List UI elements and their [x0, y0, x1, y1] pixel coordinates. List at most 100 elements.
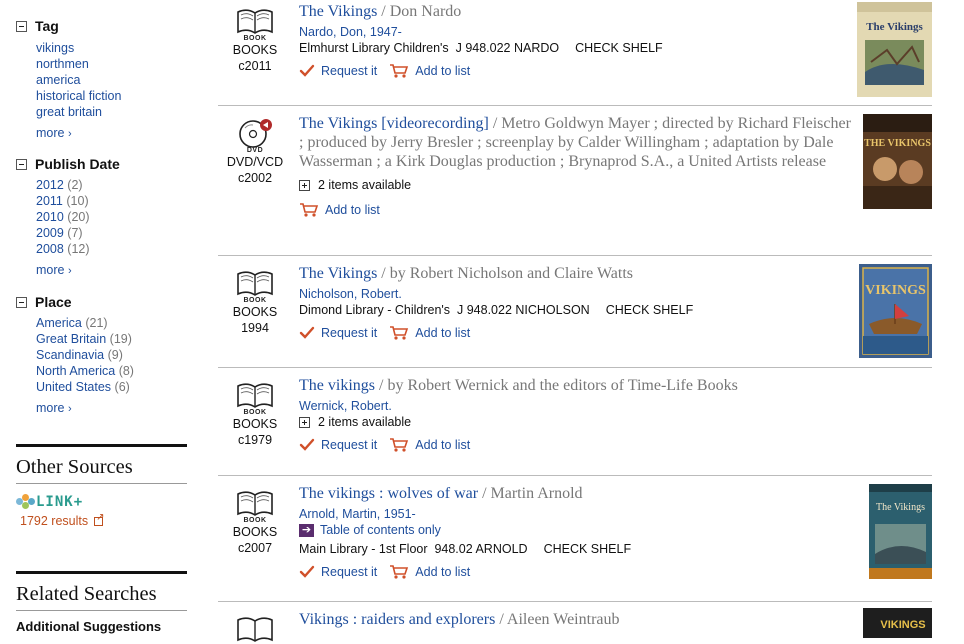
result-body: The vikings : wolves of war / Martin Arn…	[299, 484, 839, 581]
request-label: Request it	[321, 565, 378, 579]
result-item: BOOK BOOKS c2011 The Vikings / Don Nardo…	[218, 0, 932, 106]
request-it-button[interactable]: Request it	[299, 64, 377, 78]
facet-item-scandinavia[interactable]: Scandinavia (9)	[36, 347, 191, 363]
pub-year: c2007	[237, 541, 273, 555]
facet-item-northmen[interactable]: northmen	[36, 56, 191, 72]
result-actions: Add to list	[299, 201, 859, 219]
add-label: Add to list	[415, 565, 471, 579]
result-title-line: The Vikings / Don Nardo	[299, 2, 839, 21]
add-to-list-button[interactable]: Add to list	[389, 564, 470, 580]
facet-item-2012[interactable]: 2012 (2)	[36, 177, 191, 193]
facet-item-great-britain[interactable]: Great Britain (19)	[36, 331, 191, 347]
add-to-list-button[interactable]: Add to list	[389, 325, 470, 341]
more-label: more	[36, 126, 65, 140]
cart-icon	[390, 326, 409, 340]
result-title-line: The vikings : wolves of war / Martin Arn…	[299, 484, 839, 503]
facet-item-north-america[interactable]: North America (8)	[36, 363, 191, 379]
result-item: BOOK BOOKS 1994 The Vikings / by Robert …	[218, 256, 932, 368]
result-title-line: Vikings : raiders and explorers / Aileen…	[299, 610, 839, 629]
result-title-link[interactable]: Vikings : raiders and explorers	[299, 611, 495, 628]
result-item: BOOK BOOKS c2007 The vikings : wolves of…	[218, 476, 932, 602]
holding-location: Dimond Library - Children's J 948.022 NI…	[299, 303, 590, 317]
availability-text: 2 items available	[318, 415, 412, 429]
cover-image[interactable]: THE VIKINGS	[863, 114, 932, 209]
add-to-list-button[interactable]: Add to list	[389, 63, 470, 79]
facet-item-historical-fiction[interactable]: historical fiction	[36, 88, 191, 104]
result-title-line: The Vikings / by Robert Nicholson and Cl…	[299, 264, 839, 283]
holding-line: Main Library - 1st Floor 948.02 ARNOLD CH…	[299, 541, 839, 557]
facet-item-america[interactable]: America (21)	[36, 315, 191, 331]
author-link[interactable]: Wernick, Robert.	[299, 398, 899, 414]
cover-image[interactable]: VIKINGS	[859, 264, 932, 358]
result-title-link[interactable]: The vikings : wolves of war	[299, 485, 478, 502]
add-to-list-button[interactable]: Add to list	[389, 437, 470, 453]
availability-toggle[interactable]: 2 items available	[299, 177, 859, 193]
format-small-label: BOOK	[243, 517, 267, 524]
cover-title-text: VIKINGS	[880, 619, 925, 631]
result-responsibility: / Martin Arnold	[478, 485, 583, 502]
book-cover-image: The Vikings	[857, 2, 932, 97]
cover-title-text: The Vikings	[876, 502, 925, 513]
format-small-label: DVD	[246, 147, 264, 154]
author-link[interactable]: Nicholson, Robert.	[299, 286, 839, 302]
cover-image[interactable]: VIKINGS	[863, 608, 932, 638]
cover-image[interactable]: The Vikings	[869, 484, 932, 579]
holding-status: CHECK SHELF	[575, 41, 663, 55]
book-icon	[237, 617, 273, 642]
cart-icon	[390, 64, 409, 78]
result-responsibility: / Don Nardo	[377, 3, 462, 20]
result-title-link[interactable]: The Vikings	[299, 3, 377, 20]
more-label: more	[36, 263, 65, 277]
linkplus-logo[interactable]: LINK+	[16, 494, 187, 510]
cart-icon	[390, 565, 409, 579]
author-link[interactable]: Nardo, Don, 1947-	[299, 24, 839, 40]
format-label: BOOKS	[232, 305, 278, 319]
cover-image[interactable]: The Vikings	[857, 2, 932, 97]
more-link[interactable]: more ›	[36, 126, 191, 140]
cart-icon	[390, 438, 409, 452]
request-it-button[interactable]: Request it	[299, 565, 377, 579]
format-block: BOOK BOOKS c2011	[218, 6, 292, 74]
facet-item-great-britain[interactable]: great britain	[36, 104, 191, 120]
request-it-button[interactable]: Request it	[299, 326, 377, 340]
linkplus-results-link[interactable]: 1792 results	[20, 512, 187, 528]
more-link[interactable]: more ›	[36, 263, 191, 277]
holding-location: Elmhurst Library Children's J 948.022 NA…	[299, 41, 560, 55]
facet-item-vikings[interactable]: vikings	[36, 40, 191, 56]
format-block: BOOK BOOKS c1979	[218, 380, 292, 448]
facet-item-united-states[interactable]: United States (6)	[36, 379, 191, 395]
cart-icon	[300, 203, 319, 217]
result-responsibility: / by Robert Wernick and the editors of T…	[375, 377, 738, 394]
linkplus-label: LINK+	[36, 494, 84, 510]
facet-item-2008[interactable]: 2008 (12)	[36, 241, 191, 257]
table-of-contents-link[interactable]: ➔ Table of contents only	[299, 522, 839, 538]
chevron-right-icon: ›	[67, 403, 72, 415]
holding-line: Dimond Library - Children's J 948.022 NI…	[299, 302, 839, 318]
cover-title-text: The Vikings	[866, 21, 923, 33]
book-cover-image: VIKINGS	[859, 264, 932, 358]
result-title-link[interactable]: The Vikings [videorecording]	[299, 115, 489, 132]
format-block: BOOK BOOKS c2007	[218, 488, 292, 556]
request-it-button[interactable]: Request it	[299, 438, 377, 452]
collapse-toggle-icon[interactable]	[16, 158, 27, 170]
book-cover-image: The Vikings	[869, 484, 932, 579]
book-icon	[237, 271, 273, 296]
collapse-toggle-icon[interactable]	[16, 20, 27, 32]
result-title-link[interactable]: The vikings	[299, 377, 375, 394]
checkmark-icon	[299, 565, 315, 578]
book-icon	[237, 9, 273, 34]
facet-item-2010[interactable]: 2010 (20)	[36, 209, 191, 225]
add-to-list-button[interactable]: Add to list	[299, 202, 380, 218]
facet-item-2011[interactable]: 2011 (10)	[36, 193, 191, 209]
collapse-toggle-icon[interactable]	[16, 296, 27, 308]
request-label: Request it	[321, 326, 378, 340]
results-list: BOOK BOOKS c2011 The Vikings / Don Nardo…	[218, 0, 932, 642]
author-link[interactable]: Arnold, Martin, 1951-	[299, 506, 839, 522]
availability-toggle[interactable]: 2 items available	[299, 414, 899, 430]
section-title: Other Sources	[16, 447, 187, 484]
facet-item-2009[interactable]: 2009 (7)	[36, 225, 191, 241]
facet-item-america[interactable]: america	[36, 72, 191, 88]
result-title-link[interactable]: The Vikings	[299, 265, 377, 282]
more-link[interactable]: more ›	[36, 401, 191, 415]
checkmark-icon	[299, 64, 315, 77]
